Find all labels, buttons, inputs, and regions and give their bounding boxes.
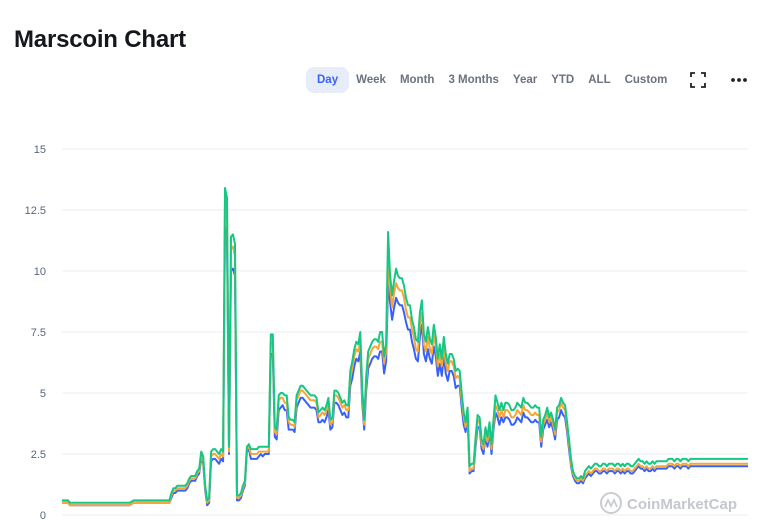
price-chart: 0 2.5 5 7.5 10 12.5 15 CoinMarketCap <box>0 0 771 527</box>
series-line-orange <box>62 199 748 507</box>
y-tick-label: 10 <box>34 266 46 278</box>
y-tick-label: 0 <box>40 510 46 522</box>
y-tick-label: 5 <box>40 388 46 400</box>
series-line-green <box>62 187 748 504</box>
watermark-text: CoinMarketCap <box>627 496 737 513</box>
price-chart-svg: 0 2.5 5 7.5 10 12.5 15 CoinMarketCap <box>25 144 748 522</box>
y-tick-label: 15 <box>34 144 46 156</box>
y-tick-label: 2.5 <box>31 449 46 461</box>
coinmarketcap-watermark: CoinMarketCap <box>600 492 737 514</box>
y-tick-label: 12.5 <box>25 205 46 217</box>
y-tick-label: 7.5 <box>31 327 46 339</box>
